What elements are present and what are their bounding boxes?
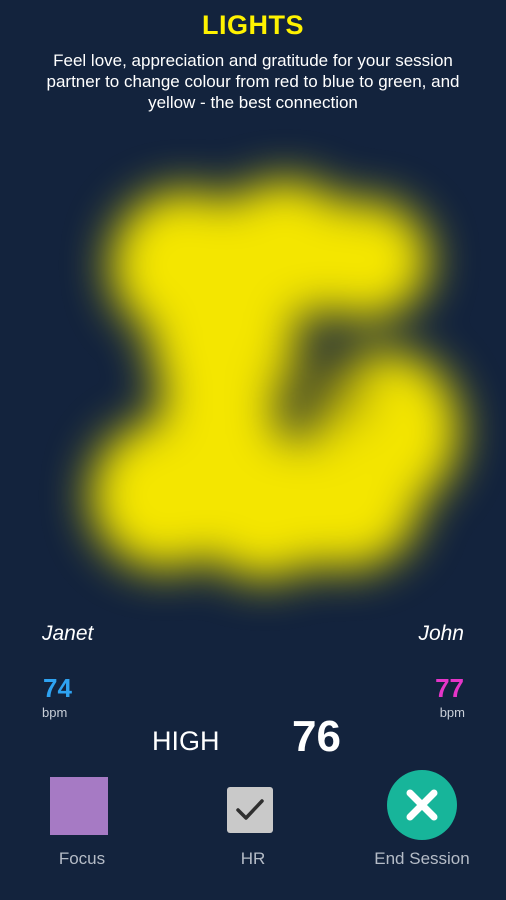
focus-label: Focus xyxy=(58,849,106,868)
heart-rate-right: 77 xyxy=(435,673,464,703)
end-session-label: End Session xyxy=(374,849,470,868)
instructions-text: Feel love, appreciation and gratitude fo… xyxy=(46,51,460,112)
dim-spot xyxy=(290,355,360,415)
light-blob xyxy=(160,350,280,460)
bpm-label-left: bpm xyxy=(42,705,68,720)
connection-lights xyxy=(60,140,480,620)
connection-level: HIGH xyxy=(152,726,220,756)
end-session-button[interactable] xyxy=(387,770,457,840)
hr-checkbox[interactable] xyxy=(227,787,273,833)
light-blob xyxy=(270,440,420,570)
heart-rate-left: 74 xyxy=(43,673,72,703)
check-icon xyxy=(236,799,264,820)
light-blob xyxy=(300,200,430,320)
page-title: LIGHTS xyxy=(202,10,304,40)
close-icon xyxy=(406,789,438,821)
connection-score: 76 xyxy=(292,712,341,761)
hr-label: HR xyxy=(240,849,266,868)
bpm-label-right: bpm xyxy=(439,705,465,720)
partner-name-right: John xyxy=(418,622,464,645)
partner-name-left: Janet xyxy=(42,622,94,645)
focus-button[interactable] xyxy=(50,777,108,835)
